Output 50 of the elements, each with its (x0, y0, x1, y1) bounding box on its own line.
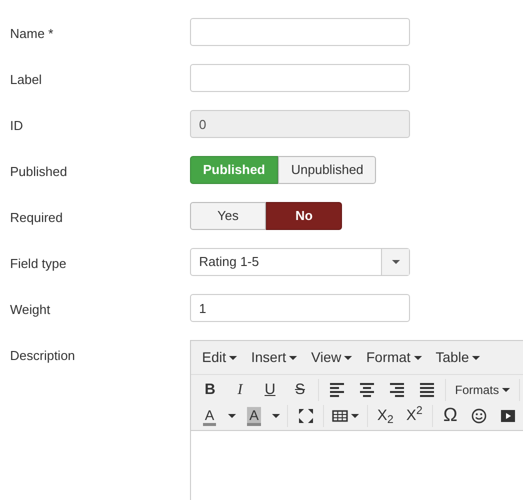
field-label: Published (9, 163, 68, 181)
caret-icon (414, 356, 422, 360)
justify-icon (419, 382, 435, 398)
table-icon (332, 408, 348, 424)
format-button[interactable]: S (285, 378, 315, 402)
field-label: ID (9, 117, 24, 135)
format-button[interactable]: B (195, 378, 225, 402)
format-button[interactable]: I (225, 378, 255, 402)
caret-icon (229, 356, 238, 360)
menu-item[interactable]: Format (359, 347, 429, 368)
field-label: Weight (9, 301, 52, 319)
format-button[interactable]: U (255, 378, 285, 402)
caret-icon (350, 414, 359, 418)
menu-item[interactable]: Edit (195, 347, 244, 368)
format-button[interactable]: A (195, 404, 224, 428)
menu-item[interactable]: Insert (244, 347, 304, 368)
caret-icon (272, 414, 280, 418)
caret-icon (289, 356, 298, 360)
field-label: Name * (9, 25, 54, 43)
caret-icon (228, 414, 236, 418)
format-button[interactable]: Ω (436, 404, 465, 428)
toggle-button[interactable]: Unpublished (278, 156, 376, 184)
caret-icon (472, 356, 480, 360)
input-field[interactable]: 1 (190, 294, 410, 322)
caret-icon (502, 388, 510, 392)
field-label: Required (9, 209, 64, 227)
format-button[interactable]: A (240, 404, 269, 428)
align-left-icon (329, 382, 345, 398)
field-label: Field type (9, 255, 68, 273)
caret-icon (392, 260, 400, 264)
toggle-button[interactable]: Yes (190, 202, 266, 230)
format-button[interactable]: X$_{2}$ (370, 404, 400, 428)
toggle-button[interactable]: No (266, 202, 342, 230)
menu-item[interactable]: Table (428, 347, 488, 368)
id-field[interactable]: 0 (190, 110, 410, 138)
input-field[interactable] (190, 18, 410, 46)
caret-icon (344, 356, 352, 360)
field-label: Label (9, 71, 43, 89)
align-right-icon (389, 382, 405, 398)
fullscreen-icon (298, 408, 314, 424)
media-icon (500, 408, 516, 424)
format-button[interactable]: X$^{2}$ (400, 404, 429, 428)
emoji-icon (471, 408, 488, 424)
field-label: Description (9, 347, 76, 365)
menu-item[interactable]: View (304, 347, 360, 368)
input-field[interactable] (190, 64, 410, 92)
select-field[interactable]: Rating 1-5 (190, 248, 410, 276)
align-center-icon (359, 382, 375, 398)
formats-dropdown[interactable]: Formats (449, 378, 516, 402)
select-value: Rating 1-5 (199, 253, 260, 272)
